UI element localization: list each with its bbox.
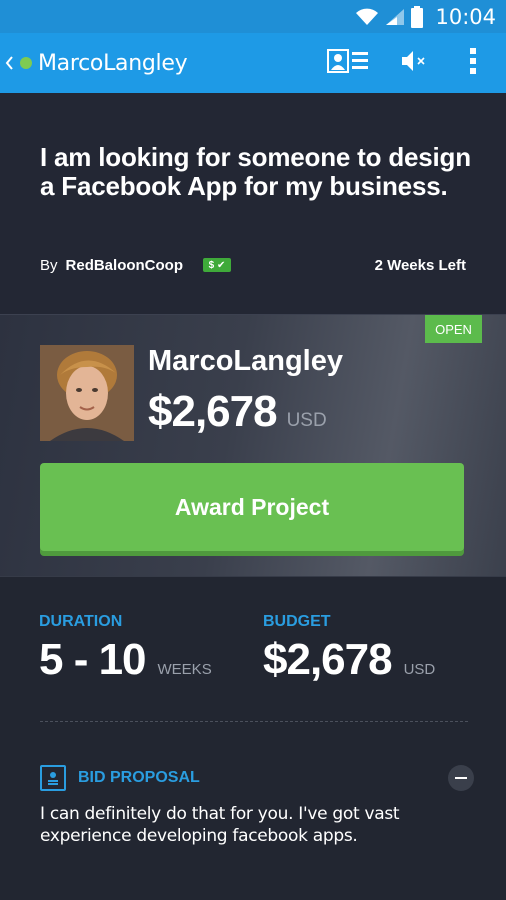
duration-label: DURATION — [39, 613, 123, 630]
profile-card-icon — [327, 48, 369, 78]
overflow-menu-icon — [470, 47, 476, 79]
mute-button[interactable] — [394, 33, 434, 93]
bidder-name[interactable]: MarcoLangley — [148, 345, 343, 378]
bid-currency: USD — [286, 410, 327, 431]
budget-value-row: $2,678 USD — [263, 635, 435, 685]
time-left: 2 Weeks Left — [374, 256, 466, 274]
budget-unit: USD — [403, 661, 436, 678]
conversation-title[interactable]: MarcoLangley — [38, 51, 188, 76]
bid-amount: $2,678 USD — [148, 387, 327, 437]
project-title: I am looking for someone to design a Fac… — [40, 142, 471, 201]
action-bar-actions — [318, 33, 506, 93]
bid-amount-value: $2,678 — [148, 387, 278, 436]
duration-stat: DURATION 5 - 10 WEEKS — [39, 613, 212, 685]
bid-proposal-label: BID PROPOSAL — [78, 769, 200, 786]
budget-stat: BUDGET $2,678 USD — [263, 613, 435, 685]
project-header: I am looking for someone to design a Fac… — [0, 93, 506, 314]
status-badge: OPEN — [425, 315, 482, 343]
overflow-menu-button[interactable] — [458, 33, 488, 93]
profile-button[interactable] — [318, 33, 378, 93]
by-label: By — [40, 256, 58, 274]
bid-proposal-text: I can definitely do that for you. I've g… — [40, 804, 400, 846]
payment-verified-badge: $ ✔ — [203, 258, 232, 272]
bidder-avatar[interactable] — [40, 345, 134, 441]
signal-icon — [385, 8, 405, 26]
mute-icon — [400, 50, 428, 77]
status-bar: 10:04 — [0, 0, 506, 33]
project-meta: By RedBaloonCoop $ ✔ 2 Weeks Left — [40, 255, 466, 275]
award-project-button[interactable]: Award Project — [40, 463, 464, 551]
proposal-document-icon — [40, 765, 66, 791]
bid-card: OPEN MarcoLangley $2,678 USD Award Proje… — [0, 314, 506, 576]
battery-icon — [411, 5, 424, 28]
duration-value: 5 - 10 — [39, 635, 147, 684]
wifi-icon — [355, 8, 379, 26]
back-chevron-icon[interactable] — [4, 55, 18, 71]
bid-proposal-header: BID PROPOSAL — [40, 765, 200, 791]
budget-value: $2,678 — [263, 635, 393, 684]
action-bar: MarcoLangley — [0, 33, 506, 93]
minus-icon — [455, 777, 467, 779]
dashed-divider — [40, 721, 468, 722]
duration-value-row: 5 - 10 WEEKS — [39, 635, 212, 685]
bid-details: DURATION 5 - 10 WEEKS BUDGET $2,678 USD … — [0, 576, 506, 900]
project-owner-link[interactable]: RedBaloonCoop — [66, 257, 184, 274]
status-time: 10:04 — [435, 4, 496, 29]
collapse-proposal-button[interactable] — [448, 765, 474, 791]
duration-unit: WEEKS — [157, 661, 212, 678]
budget-label: BUDGET — [263, 613, 331, 630]
online-status-dot — [20, 57, 32, 69]
